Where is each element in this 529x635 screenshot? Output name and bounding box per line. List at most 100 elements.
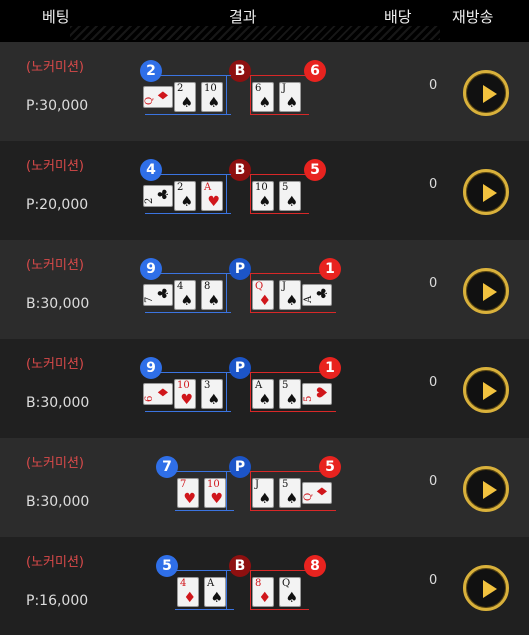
card-suit: ♠: [258, 194, 271, 210]
card-suit: ♠: [258, 95, 271, 111]
banker-bracket-line: [250, 471, 251, 511]
card-rank: Q: [303, 492, 314, 501]
player-bracket-line: [160, 174, 231, 175]
header-decoration: [70, 26, 440, 40]
player-bracket-line: [160, 75, 231, 76]
card-rank: J: [282, 83, 287, 94]
card-rank: Q: [282, 578, 291, 589]
player-card: 6 ♦: [143, 383, 173, 405]
player-bracket-line: [145, 213, 231, 214]
play-icon: [483, 85, 497, 103]
player-score-badge: 2: [140, 60, 162, 82]
card-rank: 6: [255, 83, 262, 94]
payout-value: 0: [429, 177, 438, 192]
card-rank: 5: [282, 479, 289, 490]
banker-card: Q ♠: [279, 577, 301, 607]
banker-bracket-line: [250, 510, 336, 511]
card-suit: ♠: [258, 491, 271, 507]
player-card: 7 ♥: [177, 478, 199, 508]
banker-bracket-line: [251, 372, 321, 373]
player-card: Q ♦: [143, 86, 173, 108]
card-rank: Q: [144, 96, 155, 105]
winner-badge: P: [229, 357, 251, 379]
bet-amount: P:16,000: [26, 593, 89, 609]
play-icon: [483, 580, 497, 598]
bet-history-row: (노커미션) B:30,000 9 P 1 6 ♦ 10 ♥ 3 ♠ A ♠ 5 ♠ 5 ♥ 0: [0, 339, 529, 438]
card-rank: Q: [255, 281, 264, 292]
banker-score-badge: 8: [304, 555, 326, 577]
commission-label: (노커미션): [26, 555, 84, 570]
card-suit: ♣: [156, 188, 172, 201]
card-suit: ♦: [315, 485, 331, 498]
banker-card: A ♠: [252, 379, 274, 409]
banker-bracket-line: [250, 570, 251, 610]
card-rank: A: [204, 182, 212, 193]
player-bracket-line: [176, 471, 231, 472]
card-rank: 6: [144, 395, 155, 402]
banker-bracket-line: [251, 75, 306, 76]
player-card: A ♥: [201, 181, 223, 211]
player-bracket-line: [160, 372, 231, 373]
player-bracket-line: [160, 273, 231, 274]
play-icon: [483, 283, 497, 301]
winner-badge: P: [229, 258, 251, 280]
card-rank: 5: [282, 380, 289, 391]
card-rank: 3: [204, 380, 211, 391]
commission-label: (노커미션): [26, 456, 84, 471]
commission-label: (노커미션): [26, 258, 84, 273]
card-rank: 7: [144, 296, 155, 303]
replay-button[interactable]: [463, 268, 509, 314]
banker-card: 8 ♦: [252, 577, 274, 607]
player-bracket-line: [226, 471, 227, 511]
replay-button[interactable]: [463, 565, 509, 611]
banker-bracket-line: [251, 273, 321, 274]
column-header-bet: 베팅: [42, 8, 70, 26]
player-score-badge: 4: [140, 159, 162, 181]
card-rank: 10: [177, 380, 190, 391]
banker-card: J ♠: [279, 280, 301, 310]
player-bracket-line: [145, 312, 231, 313]
card-suit: ♠: [285, 491, 298, 507]
banker-card: 10 ♠: [252, 181, 274, 211]
banker-score-badge: 1: [319, 357, 341, 379]
player-bracket-line: [226, 75, 227, 115]
table-header: 베팅 결과 배당 재방송: [0, 0, 529, 42]
player-card: 10 ♥: [174, 379, 196, 409]
card-suit: ♦: [258, 293, 271, 309]
player-card: 2 ♣: [143, 185, 173, 207]
column-header-result: 결과: [229, 8, 257, 26]
player-card: 7 ♣: [143, 284, 173, 306]
banker-bracket-line: [250, 174, 251, 214]
banker-bracket-line: [251, 174, 306, 175]
card-suit: ♠: [258, 392, 271, 408]
commission-label: (노커미션): [26, 159, 84, 174]
replay-button[interactable]: [463, 367, 509, 413]
card-suit: ♦: [183, 590, 196, 606]
card-suit: ♦: [156, 386, 172, 399]
winner-badge: B: [229, 60, 251, 82]
player-bracket-line: [145, 411, 231, 412]
banker-bracket-line: [250, 75, 251, 115]
replay-button[interactable]: [463, 169, 509, 215]
banker-bracket-line: [250, 372, 251, 412]
player-bracket-line: [226, 570, 227, 610]
replay-button[interactable]: [463, 70, 509, 116]
card-rank: 5: [303, 395, 314, 402]
card-rank: A: [303, 295, 314, 303]
banker-bracket-line: [250, 213, 309, 214]
card-suit: ♥: [210, 491, 223, 507]
column-header-replay: 재방송: [452, 8, 494, 26]
banker-card: 5 ♠: [279, 478, 301, 508]
payout-value: 0: [429, 474, 438, 489]
bet-history-row: (노커미션) P:20,000 4 B 5 2 ♣ 2 ♠ A ♥ 10 ♠ 5 ♠ 0: [0, 141, 529, 240]
banker-bracket-line: [250, 114, 309, 115]
banker-card: 5 ♥: [302, 383, 332, 405]
commission-label: (노커미션): [26, 60, 84, 75]
player-score-badge: 9: [140, 357, 162, 379]
banker-card: A ♣: [302, 284, 332, 306]
card-suit: ♠: [180, 194, 193, 210]
card-suit: ♥: [183, 491, 196, 507]
card-suit: ♠: [180, 293, 193, 309]
replay-button[interactable]: [463, 466, 509, 512]
play-icon: [483, 481, 497, 499]
